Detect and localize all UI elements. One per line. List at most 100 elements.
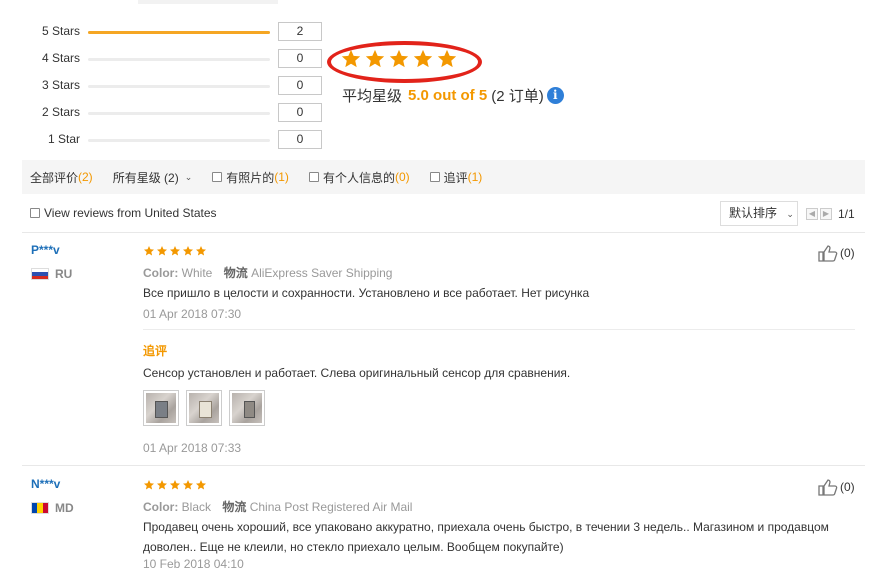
chevron-down-icon: ⌄ — [184, 171, 193, 182]
followup-date: 01 Apr 2018 07:33 — [143, 441, 242, 455]
star-icon — [413, 49, 433, 68]
filter-with-photos[interactable]: 有照片的 (1) — [212, 169, 289, 186]
top-tab-edge — [138, 0, 278, 4]
histogram-label: 1 Star — [47, 132, 80, 146]
helpful-button[interactable]: (0) — [818, 244, 855, 262]
filter-photos-count: (1) — [274, 170, 289, 184]
average-rating: 平均星级 5.0 out of 5 (2 订单) i — [342, 85, 564, 106]
shipping-label: 物流 — [223, 266, 248, 280]
filter-star-dropdown[interactable]: 所有星级 (2) ⌄ — [113, 169, 193, 186]
filter-personal-info[interactable]: 有个人信息的 (0) — [308, 169, 410, 186]
review-stars — [143, 479, 207, 491]
shipping-value: AliExpress Saver Shipping — [251, 266, 393, 280]
histogram-bar — [88, 85, 270, 88]
star-icon — [437, 49, 457, 68]
star-icon — [144, 480, 154, 490]
sort-dropdown[interactable]: 默认排序 ⌄ — [720, 201, 798, 226]
star-icon — [183, 246, 193, 256]
divider — [22, 465, 865, 466]
next-page-button[interactable]: ▶ — [820, 208, 832, 220]
filter-bar: 全部评价 (2) 所有星级 (2) ⌄ 有照片的 (1) 有个人信息的 (0) … — [22, 160, 865, 194]
average-label: 平均星级 — [342, 88, 403, 105]
filter-photos-label: 有照片的 — [226, 170, 275, 185]
histogram-bar — [88, 58, 270, 61]
helpful-button[interactable]: (0) — [818, 478, 855, 496]
average-value: 5.0 out of 5 — [408, 87, 488, 104]
checkbox[interactable] — [30, 208, 40, 218]
thumbs-up-icon — [818, 245, 838, 262]
chevron-down-icon: ⌄ — [786, 209, 794, 219]
checkbox[interactable] — [308, 172, 319, 182]
star-icon — [196, 246, 206, 256]
star-icon — [365, 49, 385, 68]
info-icon[interactable]: i — [546, 87, 564, 104]
review-photos — [143, 390, 265, 426]
histogram-count[interactable]: 2 — [278, 22, 322, 41]
histogram-row-3: 3 Stars 0 — [0, 76, 330, 96]
filter-personal-count: (0) — [394, 170, 410, 184]
histogram-bar-fill — [88, 31, 270, 34]
star-icon — [196, 480, 206, 490]
flag-md-icon — [31, 502, 49, 514]
histogram-label: 3 Stars — [41, 78, 80, 92]
histogram-count[interactable]: 0 — [278, 103, 322, 122]
review-meta: Color: Black 物流 China Post Registered Ai… — [143, 498, 412, 515]
star-icon — [170, 480, 180, 490]
histogram-row-1: 1 Star 0 — [0, 130, 330, 150]
star-icon — [389, 49, 409, 68]
histogram-count[interactable]: 0 — [278, 76, 322, 95]
review-text: Все пришло в целости и сохранности. Уста… — [143, 286, 590, 300]
filter-all-reviews[interactable]: 全部评价 (2) — [30, 169, 93, 186]
review-date: 01 Apr 2018 07:30 — [143, 307, 242, 321]
pagination: ◀ ▶ 1/1 — [806, 207, 855, 221]
checkbox[interactable] — [429, 172, 440, 182]
star-icon — [157, 246, 167, 256]
followup-text: Сенсор установлен и работает. Слева ориг… — [143, 366, 571, 380]
country-code: MD — [55, 501, 74, 515]
histogram-label: 2 Stars — [41, 105, 80, 119]
filter-followup[interactable]: 追评 (1) — [429, 169, 483, 186]
histogram-row-4: 4 Stars 0 — [0, 49, 330, 69]
histogram-count[interactable]: 0 — [278, 130, 322, 149]
average-stars — [340, 48, 458, 70]
star-icon — [341, 49, 361, 68]
filter-followup-label: 追评 — [443, 170, 468, 185]
sort-label: 默认排序 — [729, 206, 778, 220]
us-reviews-toggle[interactable]: View reviews from United States — [30, 206, 217, 220]
filter-personal-label: 有个人信息的 — [322, 170, 395, 185]
shipping-value: China Post Registered Air Mail — [249, 500, 413, 514]
filter-followup-count: (1) — [467, 170, 483, 184]
checkbox[interactable] — [212, 172, 223, 182]
review-meta: Color: White 物流 AliExpress Saver Shippin… — [143, 264, 392, 281]
review-date: 10 Feb 2018 04:10 — [143, 557, 244, 571]
thumbs-up-icon — [818, 479, 838, 496]
review-photo[interactable] — [229, 390, 265, 426]
color-label: Color: — [143, 500, 179, 514]
reviewer-name[interactable]: P***v — [31, 243, 60, 257]
histogram-count[interactable]: 0 — [278, 49, 322, 68]
review-text: Продавец очень хороший, все упаковано ак… — [143, 520, 829, 554]
histogram-bar — [88, 139, 270, 142]
star-icon — [144, 246, 154, 256]
us-reviews-label: View reviews from United States — [44, 206, 217, 220]
review-photo[interactable] — [186, 390, 222, 426]
helpful-count: (0) — [840, 480, 855, 494]
divider — [22, 232, 865, 233]
histogram-row-2: 2 Stars 0 — [0, 103, 330, 123]
shipping-label: 物流 — [222, 500, 247, 514]
star-icon — [170, 246, 180, 256]
histogram-bar — [88, 31, 270, 34]
divider — [143, 329, 855, 330]
flag-ru-icon — [31, 268, 49, 280]
color-value: White — [181, 266, 213, 280]
reviewer-name[interactable]: N***v — [31, 477, 60, 491]
color-label: Color: — [143, 266, 179, 280]
prev-page-button[interactable]: ◀ — [806, 208, 818, 220]
reviewer-country: RU — [31, 267, 72, 281]
filter-star-label: 所有星级 (2) — [112, 170, 179, 185]
histogram-bar — [88, 112, 270, 115]
followup-title: 追评 — [143, 344, 168, 358]
review-photo[interactable] — [143, 390, 179, 426]
average-orders: (2 订单) — [491, 88, 544, 105]
filter-all-label: 全部评价 — [30, 170, 79, 185]
